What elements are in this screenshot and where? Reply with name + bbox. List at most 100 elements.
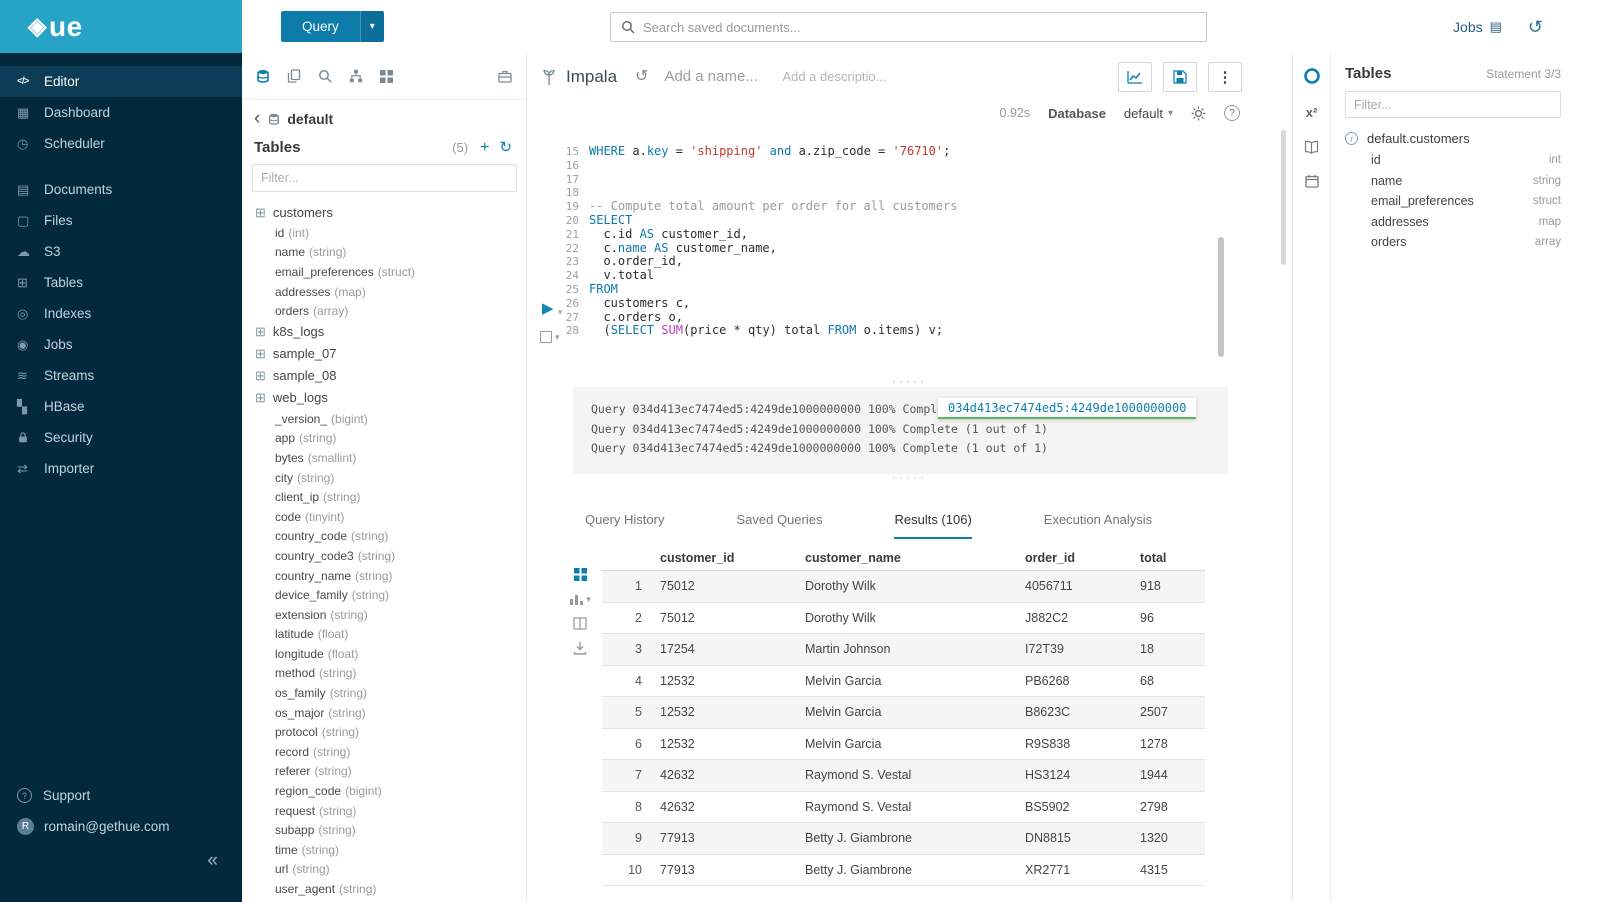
assist-column-region-code[interactable]: region_code(bigint) bbox=[255, 781, 526, 801]
tables-filter-input[interactable] bbox=[252, 164, 517, 192]
assist-column-client-ip[interactable]: client_ip(string) bbox=[255, 487, 526, 507]
run-options-caret-icon[interactable]: ▾ bbox=[558, 307, 563, 318]
assist-column-longitude[interactable]: longitude(float) bbox=[255, 644, 526, 664]
jobs-link[interactable]: Jobs ▤ bbox=[1453, 19, 1502, 35]
search-input[interactable] bbox=[643, 20, 1196, 35]
sidebar-item-user[interactable]: R romain@gethue.com bbox=[0, 811, 242, 842]
tab-execution-analysis[interactable]: Execution Analysis bbox=[1044, 501, 1152, 539]
assist-column-subapp[interactable]: subapp(string) bbox=[255, 820, 526, 840]
right-column-addresses[interactable]: addressesmap bbox=[1345, 212, 1561, 233]
assist-column-country-code[interactable]: country_code(string) bbox=[255, 527, 526, 547]
assist-column-country-name[interactable]: country_name(string) bbox=[255, 566, 526, 586]
download-icon[interactable] bbox=[573, 641, 587, 655]
assist-column-url[interactable]: url(string) bbox=[255, 860, 526, 880]
briefcase-icon[interactable] bbox=[498, 70, 512, 83]
grid-view-icon[interactable] bbox=[574, 568, 587, 581]
chart-button[interactable] bbox=[1118, 62, 1152, 92]
assist-column-os-major[interactable]: os_major(string) bbox=[255, 703, 526, 723]
sidebar-item-tables[interactable]: ⊞Tables bbox=[0, 267, 242, 298]
documents-assist-tab-icon[interactable] bbox=[287, 69, 301, 83]
result-row[interactable]: 842632Raymond S. VestalBS59022798 bbox=[602, 792, 1205, 824]
breadcrumb-database[interactable]: default bbox=[287, 111, 333, 127]
result-row[interactable]: 612532Melvin GarciaR9S8381278 bbox=[602, 729, 1205, 761]
active-table-name[interactable]: default.customers bbox=[1367, 131, 1470, 146]
assist-column-user-agent[interactable]: user_agent(string) bbox=[255, 879, 526, 899]
right-column-email-preferences[interactable]: email_preferencesstruct bbox=[1345, 191, 1561, 212]
assist-table-web-logs[interactable]: ⊞web_logs bbox=[255, 387, 526, 409]
result-row[interactable]: 317254Martin JohnsonI72T3918 bbox=[602, 634, 1205, 666]
assist-column-method[interactable]: method(string) bbox=[255, 664, 526, 684]
save-button[interactable] bbox=[1163, 62, 1197, 92]
assist-column-city[interactable]: city(string) bbox=[255, 468, 526, 488]
functions-icon[interactable]: x² bbox=[1306, 105, 1318, 120]
hue-logo[interactable]: ◈ ue bbox=[0, 0, 242, 53]
assist-table-sample-08[interactable]: ⊞sample_08 bbox=[255, 365, 526, 387]
sidebar-item-scheduler[interactable]: ◷Scheduler bbox=[0, 128, 242, 159]
sidebar-item-jobs[interactable]: ◉Jobs bbox=[0, 329, 242, 360]
sidebar-item-support[interactable]: ? Support bbox=[0, 780, 242, 811]
assist-column-os-family[interactable]: os_family(string) bbox=[255, 683, 526, 703]
sidebar-item-editor[interactable]: </>Editor bbox=[0, 66, 242, 97]
assist-column-extension[interactable]: extension(string) bbox=[255, 605, 526, 625]
right-filter-input[interactable] bbox=[1345, 91, 1561, 118]
database-assist-tab-icon[interactable] bbox=[256, 69, 270, 83]
search-bar[interactable] bbox=[610, 12, 1207, 42]
result-row[interactable]: 512532Melvin GarciaB8623C2507 bbox=[602, 697, 1205, 729]
sidebar-item-streams[interactable]: ≋Streams bbox=[0, 360, 242, 391]
chart-view-icon[interactable]: ▾ bbox=[569, 592, 591, 606]
assist-table-k8s-logs[interactable]: ⊞k8s_logs bbox=[255, 321, 526, 343]
sidebar-item-s3[interactable]: ☁S3 bbox=[0, 236, 242, 267]
main-scrollbar[interactable] bbox=[1281, 130, 1286, 265]
tab-results-106[interactable]: Results (106) bbox=[894, 501, 971, 539]
result-row[interactable]: 275012Dorothy WilkJ882C296 bbox=[602, 603, 1205, 635]
help-icon[interactable]: ? bbox=[1224, 105, 1240, 121]
assistant-icon[interactable] bbox=[1303, 67, 1321, 85]
statement-selector-button[interactable]: ▾ bbox=[540, 331, 560, 343]
sitemap-icon[interactable] bbox=[349, 69, 363, 83]
tab-query-history[interactable]: Query History bbox=[585, 501, 664, 539]
zoom-icon[interactable] bbox=[318, 69, 332, 83]
run-query-button[interactable]: ▶ bbox=[542, 301, 554, 316]
query-button-label[interactable]: Query bbox=[281, 11, 360, 42]
sidebar-item-files[interactable]: ▢Files bbox=[0, 205, 242, 236]
column-header-order-id[interactable]: order_id bbox=[1025, 551, 1140, 565]
assist-column-orders[interactable]: orders(array) bbox=[255, 301, 526, 321]
history-icon[interactable]: ↺ bbox=[1528, 18, 1543, 36]
assist-column-code[interactable]: code(tinyint) bbox=[255, 507, 526, 527]
query-description-input[interactable] bbox=[782, 69, 907, 84]
assist-column-app[interactable]: app(string) bbox=[255, 429, 526, 449]
settings-gear-icon[interactable] bbox=[1191, 106, 1206, 121]
assist-column-time[interactable]: time(string) bbox=[255, 840, 526, 860]
add-table-icon[interactable]: + bbox=[480, 140, 489, 156]
assist-column-addresses[interactable]: addresses(map) bbox=[255, 282, 526, 302]
collapse-sidebar-button[interactable]: « bbox=[207, 850, 218, 871]
schedule-calendar-icon[interactable] bbox=[1305, 174, 1319, 188]
query-caret-icon[interactable]: ▾ bbox=[360, 11, 384, 42]
assist-column-email-preferences[interactable]: email_preferences(struct) bbox=[255, 262, 526, 282]
sidebar-item-importer[interactable]: ⇄Importer bbox=[0, 453, 242, 484]
assist-column-bytes[interactable]: bytes(smallint) bbox=[255, 448, 526, 468]
result-row[interactable]: 977913Betty J. GiambroneDN88151320 bbox=[602, 823, 1205, 855]
assist-column-device-family[interactable]: device_family(string) bbox=[255, 585, 526, 605]
sidebar-item-documents[interactable]: ▤Documents bbox=[0, 174, 242, 205]
sidebar-item-hbase[interactable]: ▚HBase bbox=[0, 391, 242, 422]
assist-table-sample-07[interactable]: ⊞sample_07 bbox=[255, 343, 526, 365]
resize-handle-bottom[interactable]: ····· bbox=[527, 474, 1292, 483]
assist-column-country-code3[interactable]: country_code3(string) bbox=[255, 546, 526, 566]
result-row[interactable]: 175012Dorothy Wilk4056711918 bbox=[602, 571, 1205, 603]
more-actions-button[interactable]: ⋮ bbox=[1208, 62, 1242, 92]
back-chevron-icon[interactable]: ‹ bbox=[254, 109, 260, 128]
result-row[interactable]: 742632Raymond S. VestalHS31241944 bbox=[602, 760, 1205, 792]
column-header-total[interactable]: total bbox=[1140, 551, 1205, 565]
code-editor[interactable]: 15WHERE a.key = 'shipping' and a.zip_cod… bbox=[527, 133, 1292, 370]
result-row[interactable]: 412532Melvin GarciaPB626868 bbox=[602, 666, 1205, 698]
assist-column-request[interactable]: request(string) bbox=[255, 801, 526, 821]
sidebar-item-indexes[interactable]: ◎Indexes bbox=[0, 298, 242, 329]
apps-grid-icon[interactable] bbox=[380, 70, 393, 83]
query-button[interactable]: Query ▾ bbox=[281, 11, 384, 42]
query-history-icon[interactable]: ↺ bbox=[635, 69, 648, 85]
result-row[interactable]: 1077913Betty J. GiambroneXR27714315 bbox=[602, 855, 1205, 887]
assist-column-referer[interactable]: referer(string) bbox=[255, 762, 526, 782]
column-header-customer-name[interactable]: customer_name bbox=[805, 551, 1025, 565]
query-name-input[interactable] bbox=[664, 68, 772, 85]
